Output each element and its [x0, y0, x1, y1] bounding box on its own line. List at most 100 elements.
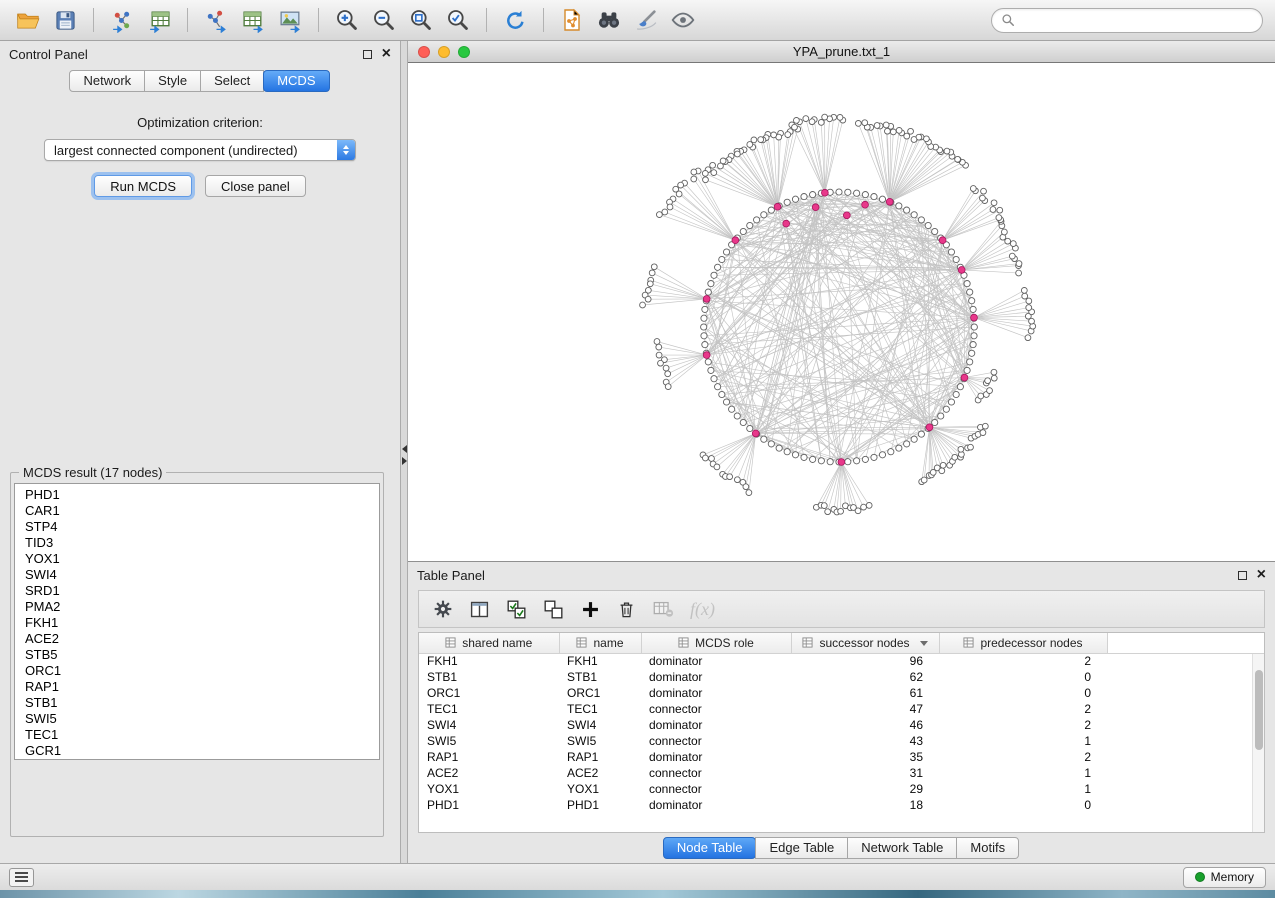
- select-all-button[interactable]: [506, 599, 527, 620]
- float-panel-icon[interactable]: [363, 50, 372, 59]
- mcds-result-item[interactable]: ORC1: [25, 663, 379, 679]
- right-column: YPA_prune.txt_1 Table Panel ×: [408, 41, 1275, 863]
- show-hide-button[interactable]: [667, 5, 699, 35]
- zoom-in-button[interactable]: [331, 5, 363, 35]
- mcds-result-item[interactable]: PHD1: [25, 487, 379, 503]
- column-grid-icon: [963, 637, 974, 648]
- table-settings-button[interactable]: [433, 599, 453, 619]
- table-row[interactable]: RAP1RAP1dominator352: [419, 749, 1264, 765]
- maximize-window-button[interactable]: [458, 46, 470, 58]
- cell-name: ORC1: [559, 685, 641, 701]
- cell-successor-nodes: 47: [791, 701, 939, 717]
- table-row[interactable]: FKH1FKH1dominator962: [419, 653, 1264, 669]
- control-tab-style[interactable]: Style: [144, 70, 201, 92]
- mcds-result-item[interactable]: YOX1: [25, 551, 379, 567]
- cell-MCDS-role: connector: [641, 765, 791, 781]
- mcds-result-item[interactable]: FKH1: [25, 615, 379, 631]
- table-scrollbar[interactable]: [1252, 654, 1264, 832]
- table-row[interactable]: YOX1YOX1connector291: [419, 781, 1264, 797]
- cell-successor-nodes: 18: [791, 797, 939, 813]
- mcds-result-item[interactable]: TID3: [25, 535, 379, 551]
- optimization-criterion-label: Optimization criterion:: [0, 115, 400, 130]
- mcds-result-item[interactable]: SRD1: [25, 583, 379, 599]
- panel-splitter[interactable]: [400, 41, 408, 863]
- close-table-panel-icon[interactable]: ×: [1257, 570, 1266, 580]
- memory-button[interactable]: Memory: [1183, 867, 1266, 888]
- zoom-fit-button[interactable]: [405, 5, 437, 35]
- export-table-button[interactable]: [237, 5, 269, 35]
- search-input[interactable]: [1021, 13, 1253, 28]
- control-tab-select[interactable]: Select: [200, 70, 264, 92]
- trash-icon: [617, 600, 636, 619]
- column-header-MCDS-role[interactable]: MCDS role: [641, 633, 791, 653]
- network-graph[interactable]: [408, 63, 1275, 561]
- mcds-result-item[interactable]: GCR1: [25, 743, 379, 759]
- mcds-result-item[interactable]: SWI5: [25, 711, 379, 727]
- network-canvas[interactable]: [408, 63, 1275, 561]
- table-row[interactable]: ACE2ACE2connector311: [419, 765, 1264, 781]
- mcds-result-item[interactable]: RAP1: [25, 679, 379, 695]
- mcds-result-item[interactable]: STB1: [25, 695, 379, 711]
- import-table-button[interactable]: [143, 5, 175, 35]
- float-table-panel-icon[interactable]: [1238, 571, 1247, 580]
- table-row[interactable]: SWI5SWI5connector431: [419, 733, 1264, 749]
- table-tab-edge-table[interactable]: Edge Table: [755, 837, 848, 859]
- mcds-result-item[interactable]: CAR1: [25, 503, 379, 519]
- mcds-result-item[interactable]: STB5: [25, 647, 379, 663]
- first-neighbors-button[interactable]: [556, 5, 588, 35]
- cell-shared-name: RAP1: [419, 749, 559, 765]
- optimization-criterion-select[interactable]: largest connected component (undirected): [44, 139, 356, 161]
- column-header-predecessor-nodes[interactable]: predecessor nodes: [939, 633, 1107, 653]
- zoom-out-button[interactable]: [368, 5, 400, 35]
- add-column-button[interactable]: [580, 599, 601, 620]
- mcds-result-item[interactable]: TEC1: [25, 727, 379, 743]
- column-header-name[interactable]: name: [559, 633, 641, 653]
- column-header-successor-nodes[interactable]: successor nodes: [791, 633, 939, 653]
- function-builder-button: f(x): [690, 599, 715, 620]
- unselect-all-button[interactable]: [543, 599, 564, 620]
- table-row[interactable]: PHD1PHD1dominator180: [419, 797, 1264, 813]
- mcds-result-item[interactable]: ACE2: [25, 631, 379, 647]
- scrollbar-thumb[interactable]: [1255, 670, 1263, 750]
- mcds-result-item[interactable]: STP4: [25, 519, 379, 535]
- node-table: shared namenameMCDS rolesuccessor nodesp…: [419, 633, 1264, 813]
- table-tab-motifs[interactable]: Motifs: [956, 837, 1019, 859]
- show-columns-button[interactable]: [469, 599, 490, 620]
- collapse-left-icon[interactable]: [402, 445, 407, 453]
- minimize-window-button[interactable]: [438, 46, 450, 58]
- control-tab-network[interactable]: Network: [69, 70, 145, 92]
- collapse-right-icon[interactable]: [402, 457, 407, 465]
- show-hide-icon: [670, 7, 696, 33]
- zoom-in-icon: [334, 7, 360, 33]
- zoom-selected-button[interactable]: [442, 5, 474, 35]
- mcds-result-item[interactable]: SWI4: [25, 567, 379, 583]
- cell-shared-name: ORC1: [419, 685, 559, 701]
- table-row[interactable]: STB1STB1dominator620: [419, 669, 1264, 685]
- table-tab-node-table[interactable]: Node Table: [663, 837, 757, 859]
- close-panel-icon[interactable]: ×: [382, 49, 391, 59]
- panel-menu-button[interactable]: [9, 868, 34, 887]
- export-network-button[interactable]: [200, 5, 232, 35]
- mcds-result-item[interactable]: PMA2: [25, 599, 379, 615]
- search-magnifier-icon: [1001, 13, 1015, 27]
- export-image-button[interactable]: [274, 5, 306, 35]
- cell-name: FKH1: [559, 653, 641, 669]
- run-mcds-button[interactable]: Run MCDS: [94, 175, 192, 197]
- toolbar-separator: [187, 8, 188, 32]
- delete-column-button[interactable]: [617, 600, 636, 619]
- table-row[interactable]: SWI4SWI4dominator462: [419, 717, 1264, 733]
- table-tab-network-table[interactable]: Network Table: [847, 837, 957, 859]
- close-window-button[interactable]: [418, 46, 430, 58]
- open-session-button[interactable]: [12, 5, 44, 35]
- column-header-shared-name[interactable]: shared name: [419, 633, 559, 653]
- header-filler: [1107, 633, 1264, 653]
- control-tab-mcds[interactable]: MCDS: [263, 70, 329, 92]
- style-brush-button[interactable]: [630, 5, 662, 35]
- save-session-button[interactable]: [49, 5, 81, 35]
- import-network-button[interactable]: [106, 5, 138, 35]
- search-binoculars-button[interactable]: [593, 5, 625, 35]
- close-panel-button[interactable]: Close panel: [205, 175, 306, 197]
- table-row[interactable]: TEC1TEC1connector472: [419, 701, 1264, 717]
- table-row[interactable]: ORC1ORC1dominator610: [419, 685, 1264, 701]
- refresh-button[interactable]: [499, 5, 531, 35]
